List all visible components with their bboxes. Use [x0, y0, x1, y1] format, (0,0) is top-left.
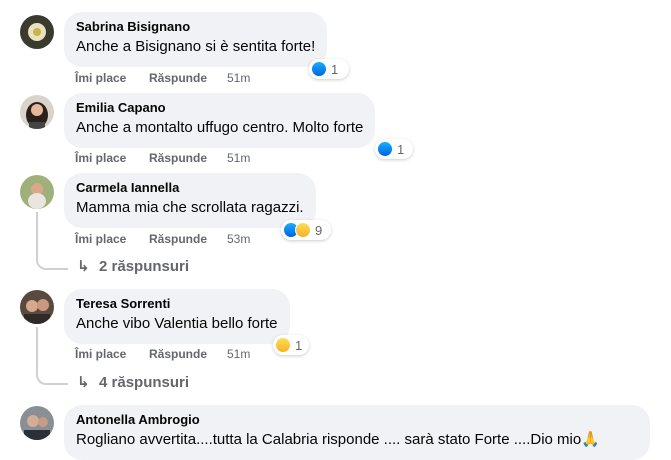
comment-author[interactable]: Sabrina Bisignano — [76, 19, 315, 35]
view-replies-link[interactable]: ↳ 4 răspunsuri — [77, 373, 189, 391]
comment-author[interactable]: Antonella Ambrogio — [76, 412, 638, 428]
comment-bubble: Sabrina Bisignano Anche a Bisignano si è… — [64, 12, 328, 67]
comment-author[interactable]: Carmela Iannella — [76, 180, 304, 196]
avatar[interactable] — [20, 406, 54, 440]
reaction-count: 1 — [397, 141, 405, 157]
reaction-count: 1 — [331, 61, 339, 77]
reactions-summary[interactable]: 1 — [273, 335, 309, 355]
comment-actions: Îmi place Răspunde 51m — [75, 346, 250, 362]
reaction-count: 1 — [295, 337, 303, 353]
like-icon — [377, 141, 393, 157]
comment-author[interactable]: Emilia Capano — [76, 100, 363, 116]
comment-bubble: Emilia Capano Anche a montalto uffugo ce… — [64, 93, 376, 148]
like-button[interactable]: Îmi place — [75, 346, 149, 362]
comment-timestamp[interactable]: 51m — [227, 347, 250, 361]
reply-button[interactable]: Răspunde — [149, 231, 227, 247]
reply-arrow-icon: ↳ — [77, 374, 90, 391]
comment-text: Anche a Bisignano si è sentita forte! — [76, 38, 316, 55]
reply-arrow-icon: ↳ — [77, 258, 90, 275]
replies-count: 2 răspunsuri — [99, 258, 190, 275]
like-icon — [311, 61, 327, 77]
comment-actions: Îmi place Răspunde 51m — [75, 150, 250, 166]
reply-button[interactable]: Răspunde — [149, 70, 227, 86]
comment-text: Rogliano avvertita....tutta la Calabria … — [76, 431, 600, 448]
reactions-summary[interactable]: 9 — [281, 220, 331, 240]
comment-text: Anche a montalto uffugo centro. Molto fo… — [76, 119, 364, 136]
comment-actions: Îmi place Răspunde 53m — [75, 231, 250, 247]
like-button[interactable]: Îmi place — [75, 70, 149, 86]
avatar[interactable] — [20, 15, 54, 49]
reactions-summary[interactable]: 1 — [309, 59, 349, 79]
comment-bubble: Teresa Sorrenti Anche vibo Valentia bell… — [64, 289, 290, 344]
comment-text: Mamma mia che scrollata ragazzi. — [76, 199, 304, 216]
comment-timestamp[interactable]: 53m — [227, 232, 250, 246]
comment-timestamp[interactable]: 51m — [227, 151, 250, 165]
care-icon — [275, 337, 291, 353]
sad-icon — [295, 222, 311, 238]
avatar[interactable] — [20, 290, 54, 324]
comment-bubble: Carmela Iannella Mamma mia che scrollata… — [64, 173, 316, 228]
comment-author[interactable]: Teresa Sorrenti — [76, 296, 278, 312]
view-replies-link[interactable]: ↳ 2 răspunsuri — [77, 257, 189, 275]
avatar[interactable] — [20, 95, 54, 129]
comment-timestamp[interactable]: 51m — [227, 71, 250, 85]
avatar[interactable] — [20, 175, 54, 209]
reactions-summary[interactable]: 1 — [375, 139, 413, 159]
comment-actions: Îmi place Răspunde 51m — [75, 70, 250, 86]
reaction-count: 9 — [315, 222, 323, 238]
thread-connector — [36, 327, 68, 385]
like-button[interactable]: Îmi place — [75, 231, 149, 247]
like-button[interactable]: Îmi place — [75, 150, 149, 166]
thread-connector — [36, 212, 68, 270]
reply-button[interactable]: Răspunde — [149, 346, 227, 362]
comment-text: Anche vibo Valentia bello forte — [76, 315, 278, 332]
reply-button[interactable]: Răspunde — [149, 150, 227, 166]
replies-count: 4 răspunsuri — [99, 374, 190, 391]
